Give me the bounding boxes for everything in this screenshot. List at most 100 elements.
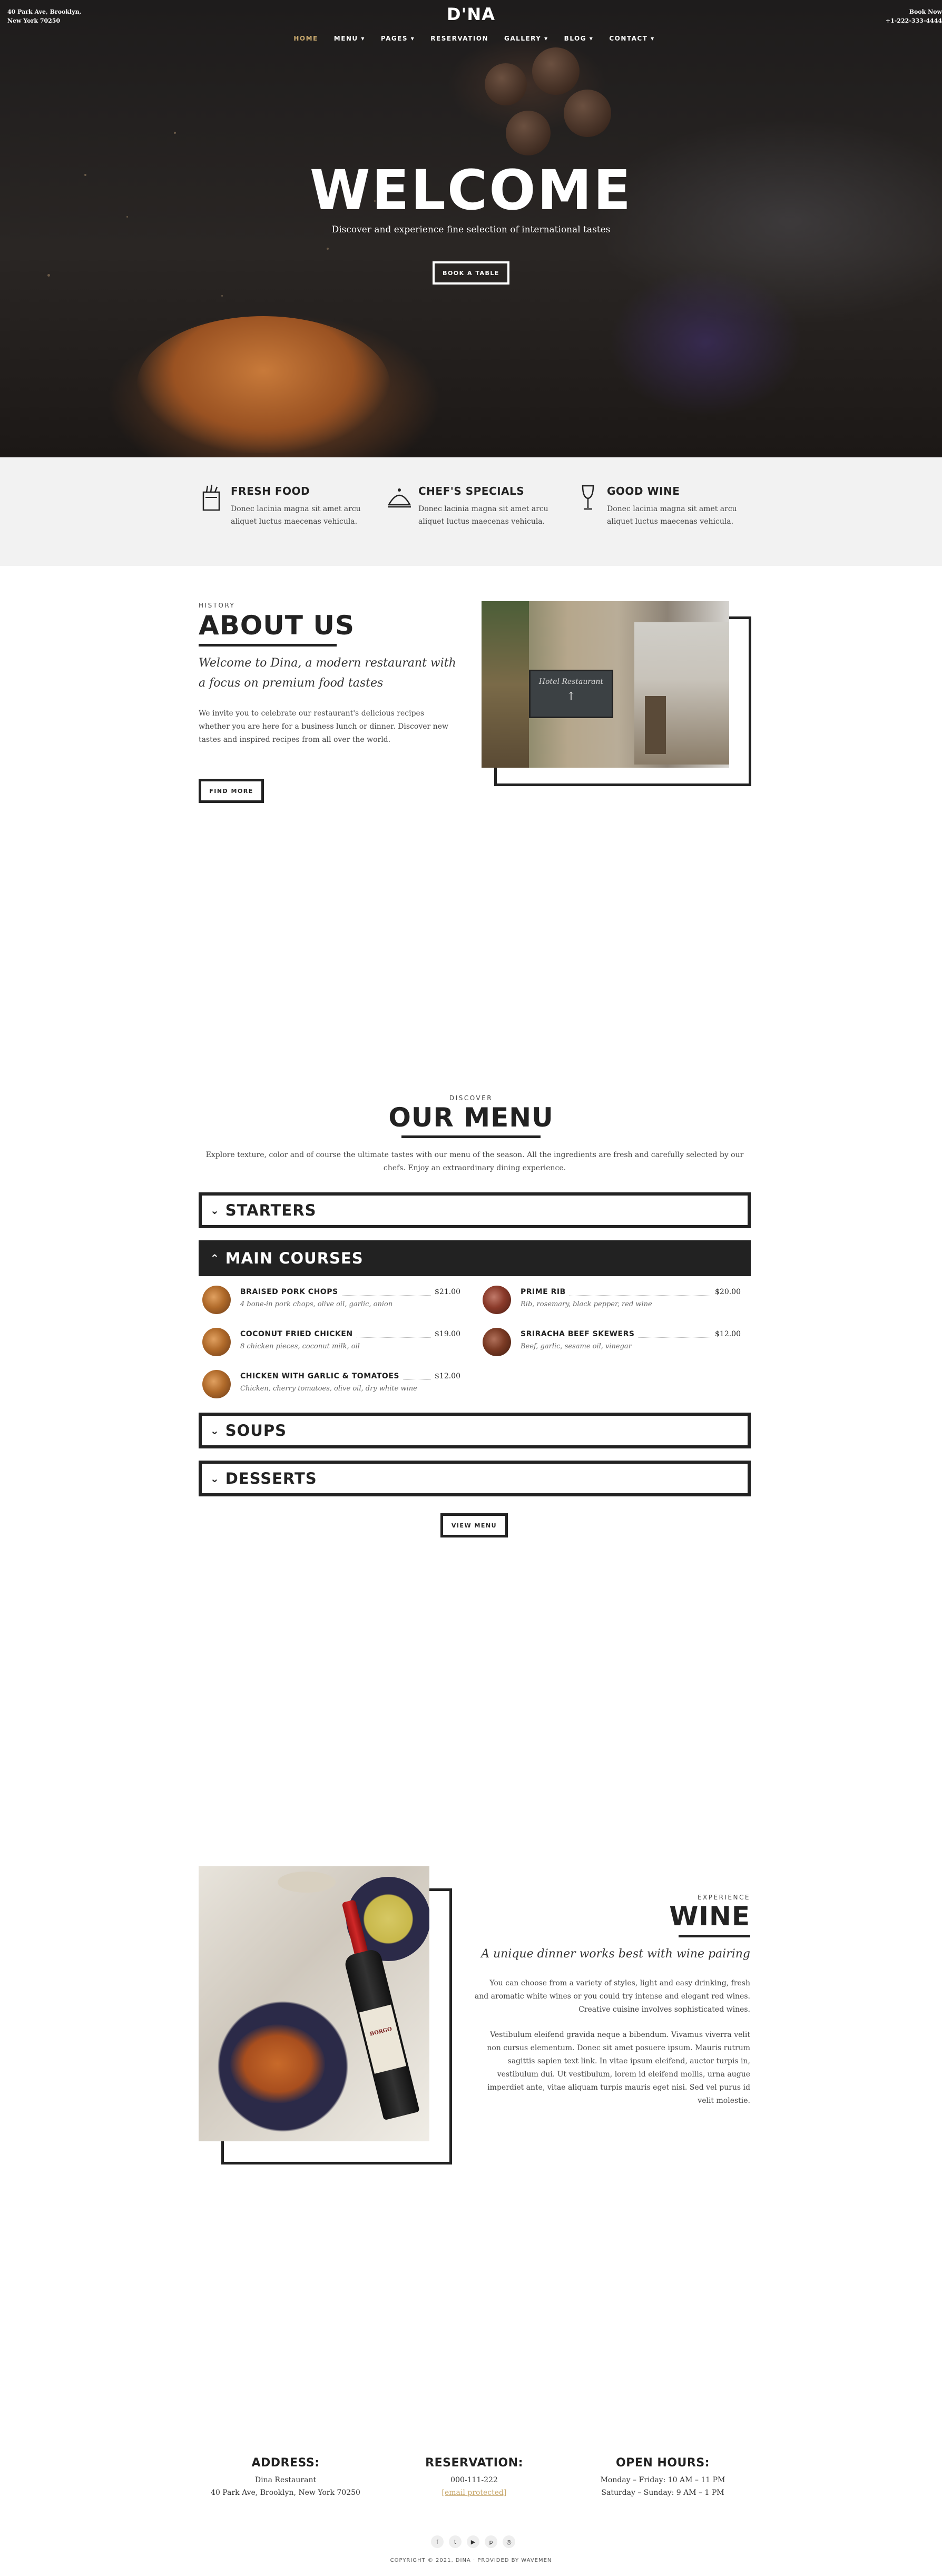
nav-home[interactable]: HOME [293,35,318,42]
feature-text: Donec lacinia magna sit amet arcu alique… [418,505,548,526]
book-table-button[interactable]: BOOK A TABLE [433,261,509,285]
chevron-down-icon: ⌄ [210,1472,219,1485]
footer-line: 40 Park Ave, Brooklyn, New York 70250 [211,2489,360,2497]
title-underline [401,1135,541,1138]
about-body: We invite you to celebrate our restauran… [199,709,448,744]
footer-heading: RESERVATION: [425,2456,523,2470]
dish-name: SRIRACHA BEEF SKEWERS [521,1330,638,1338]
copyright: COPYRIGHT © 2021, DINA · PROVIDED BY WAV… [390,2558,552,2563]
chevron-down-icon: ▾ [589,35,594,42]
menu-item[interactable]: COCONUT FRIED CHICKEN $19.00 8 chicken p… [202,1327,460,1356]
dish-thumbnail [483,1286,511,1314]
book-now-link[interactable]: Book Now [847,7,942,16]
menu-eyebrow: DISCOVER [449,1094,493,1102]
hero-title: WELCOME [309,158,633,222]
site-logo[interactable]: D'NA [445,4,497,24]
instagram-icon[interactable]: ◎ [503,2535,515,2548]
chevron-up-icon: ⌃ [210,1252,219,1265]
dish-description: Chicken, cherry tomatoes, olive oil, dry… [240,1385,417,1393]
features-section: FRESH FOOD Donec lacinia magna sit amet … [0,457,942,566]
nav-pages[interactable]: PAGES ▾ [381,35,415,42]
dish-description: Rib, rosemary, black pepper, red wine [521,1300,652,1308]
menu-item[interactable]: PRIME RIB $20.00 Rib, rosemary, black pe… [483,1285,741,1314]
footer-heading: ADDRESS: [251,2456,320,2470]
dish-price: $20.00 [712,1288,741,1296]
header-booking: Book Now +1-222-333-4444 [847,7,942,25]
address-line-1: 40 Park Ave, Brooklyn, [7,8,82,15]
chevron-down-icon: ▾ [544,35,548,42]
footer-phone[interactable]: 000-111-222 [379,2474,569,2486]
dish-name: PRIME RIB [521,1288,569,1296]
address-line-2: New York 70250 [7,17,61,24]
accordion-label: MAIN COURSES [225,1249,364,1267]
footer-hours: OPEN HOURS: Monday – Friday: 10 AM – 11 … [568,2456,758,2499]
accordion-label: DESSERTS [225,1470,317,1487]
dish-description: 4 bone-in pork chops, olive oil, garlic,… [240,1300,393,1308]
feature-title: CHEF'S SPECIALS [418,485,525,497]
dish-price: $12.00 [431,1372,460,1380]
header-phone: +1-222-333-4444 [885,17,942,24]
dish-description: 8 chicken pieces, coconut milk, oil [240,1343,360,1350]
dish-description: Beef, garlic, sesame oil, vinegar [521,1343,632,1350]
footer-address: ADDRESS: Dina Restaurant 40 Park Ave, Br… [191,2456,380,2499]
chevron-down-icon: ▾ [410,35,415,42]
wine-photo: BORGO [199,1866,429,2141]
menu-item[interactable]: CHICKEN WITH GARLIC & TOMATOES $12.00 Ch… [202,1369,460,1398]
feature-title: GOOD WINE [607,485,680,497]
wine-lead: A unique dinner works best with wine pai… [481,1947,750,1961]
footer-line: Dina Restaurant [254,2476,317,2484]
find-more-button[interactable]: FIND MORE [199,779,264,803]
accordion-label: STARTERS [225,1201,317,1219]
arrow-up-icon: ↑ [566,690,576,703]
chevron-down-icon: ⌄ [210,1424,219,1437]
nav-blog[interactable]: BLOG ▾ [564,35,594,42]
footer-line: Saturday – Sunday: 9 AM – 1 PM [601,2489,724,2497]
menu-intro: Explore texture, color and of course the… [205,1151,744,1172]
twitter-icon[interactable]: t [449,2535,462,2548]
feature-text: Donec lacinia magna sit amet arcu alique… [231,505,361,526]
view-menu-button[interactable]: VIEW MENU [440,1513,508,1537]
accordion-soups[interactable]: ⌄ SOUPS [199,1413,751,1448]
menu-item[interactable]: BRAISED PORK CHOPS $21.00 4 bone-in pork… [202,1285,460,1314]
menu-title: OUR MENU [388,1102,554,1133]
wine-eyebrow: EXPERIENCE [697,1894,750,1901]
dish-name: COCONUT FRIED CHICKEN [240,1330,356,1338]
dish-thumbnail [202,1328,231,1356]
facebook-icon[interactable]: f [431,2535,444,2548]
accordion-desserts[interactable]: ⌄ DESSERTS [199,1461,751,1496]
footer-email-link[interactable]: [email protected] [379,2486,569,2499]
nav-menu[interactable]: MENU ▾ [334,35,365,42]
about-eyebrow: HISTORY [199,602,235,609]
dish-price: $12.00 [712,1330,741,1338]
footer-heading: OPEN HOURS: [616,2456,710,2470]
nav-reservation[interactable]: RESERVATION [430,35,488,42]
about-title: ABOUT US [199,610,355,641]
nav-contact[interactable]: CONTACT ▾ [609,35,654,42]
feature-text: Donec lacinia magna sit amet arcu alique… [607,505,737,526]
accordion-label: SOUPS [225,1422,287,1439]
main-nav: HOME MENU ▾ PAGES ▾ RESERVATION GALLERY … [284,35,664,42]
about-lead: Welcome to Dina, a modern restaurant wit… [199,657,456,690]
title-underline [199,644,337,647]
hero-subtitle: Discover and experience fine selection o… [331,224,611,235]
footer-line: Monday – Friday: 10 AM – 11 PM [600,2476,725,2484]
header-address: 40 Park Ave, Brooklyn, New York 70250 [7,7,81,25]
restaurant-photo: Hotel Restaurant ↑ [482,601,729,768]
dish-name: CHICKEN WITH GARLIC & TOMATOES [240,1372,403,1380]
accordion-main-courses[interactable]: ⌃ MAIN COURSES [199,1240,751,1276]
dish-thumbnail [202,1370,231,1398]
title-underline [679,1935,750,1937]
menu-item[interactable]: SRIRACHA BEEF SKEWERS $12.00 Beef, garli… [483,1327,741,1356]
accordion-starters[interactable]: ⌄ STARTERS [199,1192,751,1228]
pinterest-icon[interactable]: p [485,2535,497,2548]
chevron-down-icon: ⌄ [210,1204,219,1217]
dish-price: $19.00 [431,1330,460,1338]
nav-gallery[interactable]: GALLERY ▾ [504,35,548,42]
feature-title: FRESH FOOD [231,485,310,497]
dish-thumbnail [202,1286,231,1314]
cloche-icon [388,488,411,508]
youtube-icon[interactable]: ▶ [467,2535,479,2548]
chevron-down-icon: ▾ [361,35,365,42]
chevron-down-icon: ▾ [651,35,655,42]
wine-paragraph-1: You can choose from a variety of styles,… [474,1979,750,2014]
